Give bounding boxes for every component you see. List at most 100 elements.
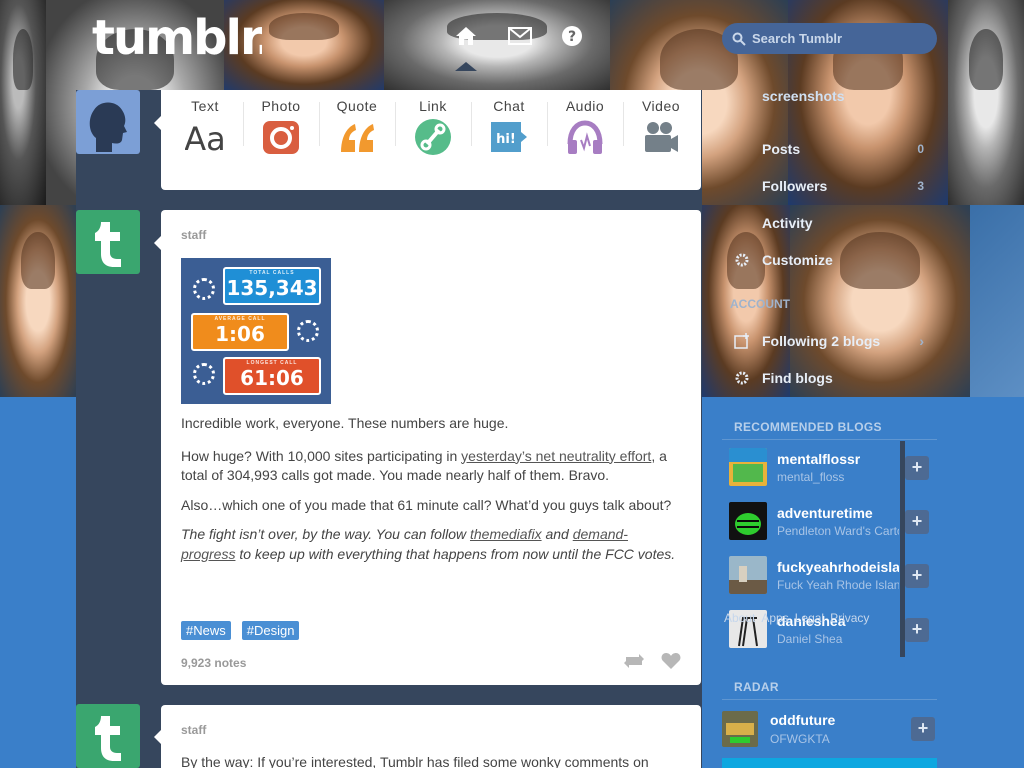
post-blog-name[interactable]: staff (181, 723, 681, 737)
spinner-icon (193, 363, 215, 385)
post-blog-name[interactable]: staff (181, 228, 681, 242)
footer-link-about[interactable]: About (724, 611, 755, 625)
search-icon (732, 32, 746, 46)
post-type-label: Video (641, 98, 681, 114)
sidebar-item-blog[interactable]: screenshots (722, 81, 938, 111)
divider (319, 102, 320, 146)
like-icon[interactable] (661, 652, 681, 670)
search-bar[interactable] (722, 23, 937, 54)
post-type-text[interactable]: Text Aa (169, 98, 241, 156)
footer-link-apps[interactable]: Apps (761, 611, 788, 625)
post-type-label: Chat (493, 98, 525, 114)
sidebar-item-label: Customize (762, 252, 833, 268)
stat-value: 135,343 (226, 276, 318, 300)
svg-text:?: ? (568, 29, 576, 45)
post-image[interactable]: TOTAL CALLS 135,343 AVERAGE CALL 1:06 LO… (181, 258, 331, 404)
radar-item[interactable]: oddfuture OFWGKTA + (722, 703, 937, 757)
sidebar-item-followers[interactable]: Followers 3 (722, 171, 938, 201)
blog-avatar (729, 448, 767, 486)
post-paragraph: The fight isn’t over, by the way. You ca… (181, 525, 681, 564)
avatar-pointer (154, 730, 161, 744)
post-type-quote[interactable]: Quote (321, 98, 393, 156)
stat-box: TOTAL CALLS 135,343 (223, 267, 321, 305)
blog-title: Fuck Yeah Rhode Island (777, 578, 899, 592)
post-type-chat[interactable]: Chat hi! (473, 98, 545, 156)
footer-links: About Apps Legal Privacy (724, 611, 869, 625)
blog-name: oddfuture (770, 712, 836, 728)
video-camera-icon (645, 122, 678, 152)
stat-box: AVERAGE CALL 1:06 (191, 313, 289, 351)
gear-icon (732, 253, 752, 267)
staff-avatar[interactable] (76, 704, 140, 768)
post-type-photo[interactable]: Photo (245, 98, 317, 156)
staff-avatar[interactable] (76, 210, 140, 274)
sidebar-item-label: screenshots (762, 88, 845, 104)
post-type-label: Link (419, 98, 447, 114)
text-icon: Aa (185, 120, 225, 156)
stat-box: LONGEST CALL 61:06 (223, 357, 321, 395)
background-photo (0, 205, 76, 397)
follow-button[interactable]: + (911, 717, 935, 741)
footer-link-privacy[interactable]: Privacy (830, 611, 869, 625)
post-link[interactable]: themediafix (470, 526, 542, 542)
post-paragraph: Also…which one of you made that 61 minut… (181, 496, 672, 513)
followers-count: 3 (917, 179, 924, 193)
following-icon (732, 333, 752, 349)
stat-caption: TOTAL CALLS (249, 270, 295, 276)
help-icon[interactable]: ? (559, 24, 585, 48)
divider (243, 102, 244, 146)
search-input[interactable] (752, 31, 922, 46)
spinner-icon (193, 278, 215, 300)
blog-title: Pendleton Ward's Cartoon (777, 524, 899, 538)
follow-button[interactable]: + (905, 564, 929, 588)
follow-button[interactable]: + (905, 510, 929, 534)
sidebar-item-find-blogs[interactable]: Find blogs (722, 363, 938, 393)
posts-count: 0 (917, 142, 924, 156)
svg-text:Aa: Aa (185, 120, 225, 156)
post-type-link[interactable]: Link (397, 98, 469, 156)
sidebar-item-label: Following 2 blogs (762, 333, 881, 349)
chat-icon: hi! (491, 122, 527, 152)
post-type-video[interactable]: Video (625, 98, 697, 156)
blog-name: fuckyeahrhodeisland (777, 559, 899, 575)
home-active-indicator (455, 62, 477, 71)
post-paragraph: How huge? With 10,000 sites participatin… (181, 447, 681, 486)
background-photo (0, 0, 46, 205)
sidebar-item-label: Followers (762, 178, 828, 194)
footer-link-legal[interactable]: Legal (795, 611, 824, 625)
home-icon[interactable] (453, 24, 479, 48)
follow-button[interactable]: + (905, 456, 929, 480)
follow-column-bar (900, 441, 905, 657)
sidebar-section-account: ACCOUNT (722, 294, 938, 314)
blog-avatar (729, 556, 767, 594)
reblog-icon[interactable] (623, 652, 645, 670)
stat-caption: LONGEST CALL (246, 360, 298, 366)
mail-icon[interactable] (507, 24, 533, 48)
follow-button[interactable]: + (905, 618, 929, 642)
sidebar-item-following[interactable]: Following 2 blogs › (722, 326, 938, 356)
tumblr-logo[interactable]: tumblr. (92, 10, 262, 66)
post-link[interactable]: yesterday’s net neutrality effort (461, 448, 651, 464)
link-icon (415, 119, 451, 155)
stat-caption: AVERAGE CALL (214, 316, 266, 322)
blog-avatar (729, 502, 767, 540)
spinner-icon (297, 320, 319, 342)
tag-news[interactable]: #News (181, 621, 231, 640)
stat-value: 1:06 (215, 322, 265, 346)
post-paragraph: Incredible work, everyone. These numbers… (181, 415, 509, 431)
divider (722, 699, 937, 700)
headphones-icon (567, 120, 603, 154)
divider (547, 102, 548, 146)
sidebar-item-posts[interactable]: Posts 0 (722, 134, 938, 164)
post-type-audio[interactable]: Audio (549, 98, 621, 156)
sidebar-item-activity[interactable]: Activity (722, 208, 938, 238)
tag-design[interactable]: #Design (241, 621, 300, 640)
user-avatar[interactable] (76, 90, 140, 154)
text: How huge? With 10,000 sites participatin… (181, 447, 462, 464)
post-notes[interactable]: 9,923 notes (181, 656, 246, 670)
radar-post[interactable] (722, 758, 937, 768)
post-type-label: Text (191, 98, 219, 114)
blog-avatar (722, 711, 758, 747)
sidebar-item-customize[interactable]: Customize (722, 245, 938, 275)
post-paragraph: By the way: If you’re interested, Tumblr… (181, 754, 649, 768)
